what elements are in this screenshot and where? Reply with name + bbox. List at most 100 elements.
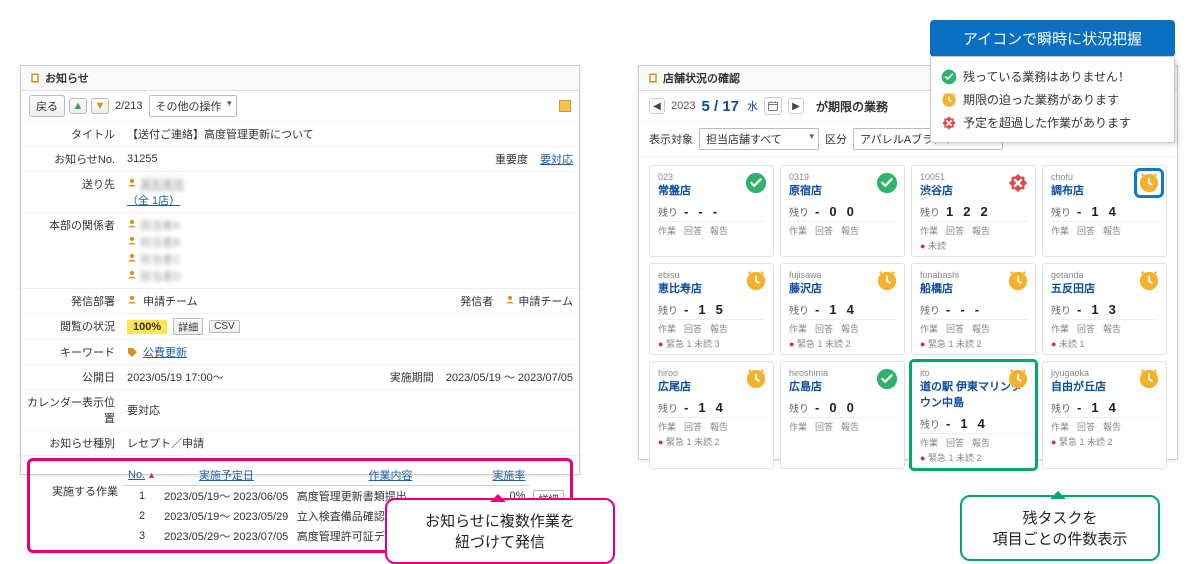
status-icon <box>1138 172 1160 194</box>
legend-ok-label: 残っている業務はありません！ <box>963 68 1130 85</box>
remain-label: 残り <box>920 204 940 219</box>
callout-icon-legend-title: アイコンで瞬時に状況把握 <box>930 20 1175 57</box>
value-title: 【送付ご連絡】高度管理更新について <box>121 122 579 146</box>
legend-err-label: 予定を超過した作業があります <box>963 114 1131 131</box>
link-store[interactable]: 薬剤薬局 <box>140 179 184 191</box>
status-icon <box>745 172 767 194</box>
person-icon <box>127 295 137 308</box>
store-card[interactable]: 10051渋谷店残り122作業回答報告● 未読 <box>911 165 1036 257</box>
status-icon <box>1007 270 1029 292</box>
label-period: 実施期間 <box>360 365 440 389</box>
col-no[interactable]: No. <box>128 469 145 481</box>
person-icon <box>505 295 515 308</box>
person-icon <box>127 270 137 283</box>
remain-label: 残り <box>1051 400 1071 415</box>
col-date[interactable]: 実施予定日 <box>199 470 254 482</box>
back-button[interactable]: 戻る <box>29 95 65 117</box>
prev-button[interactable]: ▲ <box>69 98 87 114</box>
store-card[interactable]: ito道の駅 伊東マリンタウン中島残り-14作業回答報告● 緊急 1 未読 2 <box>911 361 1036 469</box>
pager-text: 2/213 <box>115 100 143 112</box>
hq-person: 担当者A <box>140 220 180 232</box>
person-icon <box>127 236 137 249</box>
read-csv-button[interactable]: CSV <box>209 320 240 333</box>
date-monthday: 5 / 17 <box>701 98 739 115</box>
ok-icon <box>941 69 957 85</box>
remain-numbers: -14 <box>684 400 723 415</box>
store-card[interactable]: ebisu恵比寿店残り-15作業回答報告● 緊急 1 未読 3 <box>649 263 774 355</box>
value-sender: 申請チーム <box>518 296 573 308</box>
category-labels: 作業回答報告 <box>1051 319 1158 335</box>
status-icon <box>745 368 767 390</box>
mode-label: が期限の業務 <box>816 98 888 115</box>
hq-person: 担当者D <box>140 271 181 283</box>
store-card[interactable]: gotanda五反田店残り-13作業回答報告● 未読 1 <box>1042 263 1167 355</box>
status-icon <box>876 172 898 194</box>
category-labels: 作業回答報告 <box>789 319 896 335</box>
store-card[interactable]: fujisawa藤沢店残り-14作業回答報告● 緊急 1 未読 2 <box>780 263 905 355</box>
date-dow: 水 <box>747 98 758 114</box>
status-icon <box>745 270 767 292</box>
value-cal: 要対応 <box>121 390 579 430</box>
link-all-stores[interactable]: （全 1店） <box>127 192 180 208</box>
tasks-section-label: 実施する作業 <box>36 465 124 546</box>
status-icon <box>1007 172 1029 194</box>
remain-numbers: -15 <box>684 302 723 317</box>
date-prev-button[interactable]: ◀ <box>649 98 665 114</box>
store-card[interactable]: 0319原宿店残り-00作業回答報告 <box>780 165 905 257</box>
notice-detail-panel: お知らせ 戻る ▲ ▼ 2/213 その他の操作 タイトル【送付ご連絡】高度管理… <box>20 65 580 475</box>
remain-label: 残り <box>789 204 809 219</box>
remain-numbers: -00 <box>815 400 854 415</box>
status-icon <box>876 368 898 390</box>
remain-label: 残り <box>1051 204 1071 219</box>
link-importance[interactable]: 要対応 <box>540 154 573 166</box>
other-ops-select[interactable]: その他の操作 <box>149 95 237 117</box>
remain-numbers: --- <box>946 302 979 317</box>
error-icon <box>941 115 957 131</box>
label-dept: 発信部署 <box>21 289 121 313</box>
next-button[interactable]: ▼ <box>91 98 109 114</box>
callout-counts-line2: 項目ごとの件数表示 <box>976 528 1144 549</box>
label-hq: 本部の関係者 <box>21 213 121 288</box>
remain-numbers: -14 <box>1077 204 1116 219</box>
remain-label: 残り <box>789 302 809 317</box>
callout-tasks: お知らせに複数作業を 紐づけて発信 <box>385 498 615 564</box>
calendar-button[interactable] <box>764 97 782 115</box>
remain-label: 残り <box>658 204 678 219</box>
label-title: タイトル <box>21 122 121 146</box>
filter-target-select[interactable]: 担当店舗すべて <box>699 128 819 150</box>
read-detail-button[interactable]: 詳細 <box>173 318 203 335</box>
link-keyword[interactable]: 公費更新 <box>143 344 187 360</box>
col-work[interactable]: 作業内容 <box>368 470 412 482</box>
remain-label: 残り <box>920 416 940 431</box>
store-card[interactable]: jiyugaoka自由が丘店残り-14作業回答報告● 緊急 1 未読 2 <box>1042 361 1167 469</box>
remain-numbers: -00 <box>815 204 854 219</box>
status-icon <box>1138 270 1160 292</box>
hq-person: 担当者C <box>140 254 181 266</box>
store-card[interactable]: hiroo広尾店残り-14作業回答報告● 緊急 1 未読 2 <box>649 361 774 469</box>
status-icon <box>1007 368 1029 390</box>
date-next-button[interactable]: ▶ <box>788 98 804 114</box>
store-card[interactable]: 023常盤店残り---作業回答報告 <box>649 165 774 257</box>
remain-label: 残り <box>658 302 678 317</box>
col-rate[interactable]: 実施率 <box>492 470 525 482</box>
label-keyword: キーワード <box>21 340 121 364</box>
note-icon[interactable] <box>559 100 571 112</box>
label-importance: 重要度 <box>454 147 534 171</box>
remain-numbers: 122 <box>946 204 988 219</box>
remain-numbers: -13 <box>1077 302 1116 317</box>
category-labels: 作業回答報告 <box>1051 417 1158 433</box>
clipboard-icon <box>29 72 41 84</box>
date-year: 2023 <box>671 100 695 112</box>
store-card[interactable]: hiroshima広島店残り-00作業回答報告 <box>780 361 905 469</box>
category-labels: 作業回答報告 <box>658 417 765 433</box>
store-card[interactable]: funabashi船橋店残り---作業回答報告● 緊急 1 未読 2 <box>911 263 1036 355</box>
store-card[interactable]: chofu調布店残り-14作業回答報告 <box>1042 165 1167 257</box>
category-labels: 作業回答報告 <box>920 221 1027 237</box>
category-labels: 作業回答報告 <box>1051 221 1158 237</box>
callout-tasks-line1: お知らせに複数作業を <box>401 510 599 531</box>
filter-target-label: 表示対象 <box>649 131 693 147</box>
callout-counts-line1: 残タスクを <box>976 507 1144 528</box>
sort-asc-icon: ▲ <box>147 470 156 480</box>
panel-title: 店舗状況の確認 <box>663 70 740 86</box>
person-icon <box>127 178 137 191</box>
